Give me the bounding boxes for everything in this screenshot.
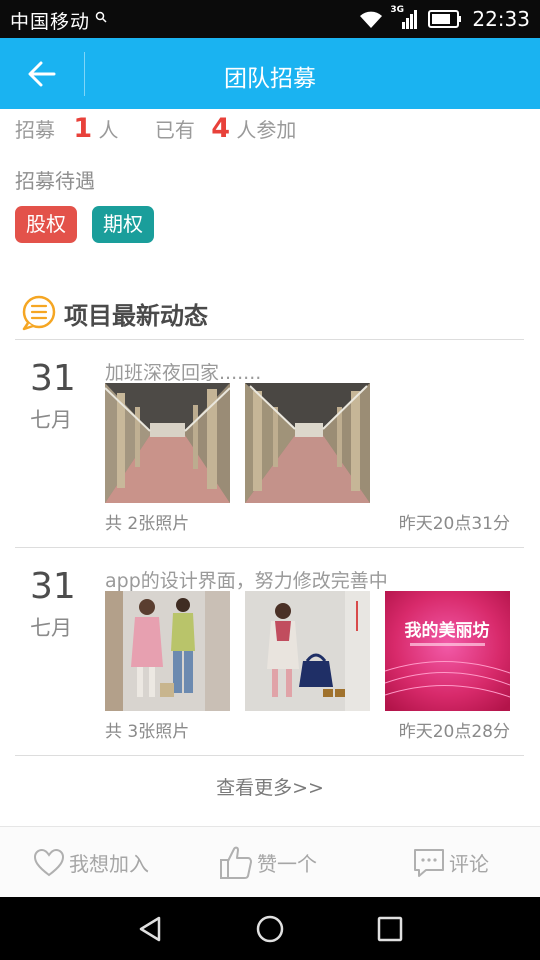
feed-photo-subway-1[interactable] bbox=[105, 383, 230, 503]
feed-text: 加班深夜回家....... bbox=[105, 362, 262, 384]
feed-photo-fashion-1[interactable] bbox=[105, 591, 230, 711]
square-recents-icon bbox=[377, 916, 403, 942]
feed-item[interactable]: 31 七月 加班深夜回家....... 共 2张照片 昨天20点31分 bbox=[0, 358, 540, 538]
divider bbox=[15, 547, 524, 548]
wifi-icon bbox=[360, 11, 383, 28]
divider bbox=[15, 339, 524, 340]
nav-back-button[interactable] bbox=[130, 909, 170, 949]
feed-day: 31 bbox=[30, 566, 76, 607]
list-bubble-icon bbox=[22, 295, 56, 331]
recruit-summary: 招募 1 人 已有 4 人参加 bbox=[15, 113, 296, 149]
comment-button[interactable]: 评论 bbox=[413, 827, 489, 898]
title-bar: 团队招募 bbox=[0, 38, 540, 109]
feed-photo-fashion-2[interactable] bbox=[245, 591, 370, 711]
tag-options: 期权 bbox=[92, 206, 154, 243]
join-label: 我想加入 bbox=[69, 852, 149, 876]
tag-equity: 股权 bbox=[15, 206, 77, 243]
status-bar: 中国移动 3G 22:33 bbox=[0, 0, 540, 38]
joined-prefix: 已有 bbox=[154, 118, 195, 142]
feed-photo-subway-2[interactable] bbox=[245, 383, 370, 503]
section-header: 项目最新动态 bbox=[20, 293, 208, 333]
benefits-label: 招募待遇 bbox=[15, 169, 95, 193]
feed-item[interactable]: 31 七月 app的设计界面，努力修改完善中 我的美丽坊 共 3张照片 昨天20… bbox=[0, 566, 540, 746]
comment-label: 评论 bbox=[449, 852, 489, 876]
clock: 22:33 bbox=[472, 7, 530, 31]
comment-icon bbox=[414, 848, 444, 877]
recruit-count: 1 bbox=[73, 113, 93, 144]
thumbs-up-icon bbox=[220, 846, 252, 879]
section-title: 项目最新动态 bbox=[64, 301, 208, 330]
feed-photo-banner[interactable]: 我的美丽坊 bbox=[385, 591, 510, 711]
banner-text: 我的美丽坊 bbox=[405, 620, 490, 641]
like-label: 赞一个 bbox=[257, 852, 317, 876]
feed-photo-count: 共 3张照片 bbox=[105, 722, 190, 742]
nav-home-button[interactable] bbox=[250, 909, 290, 949]
carrier-name: 中国移动 bbox=[10, 11, 91, 33]
recruit-unit: 人 bbox=[98, 118, 119, 142]
search-icon bbox=[95, 11, 107, 23]
feed-text: app的设计界面，努力修改完善中 bbox=[105, 570, 388, 592]
feed-time: 昨天20点31分 bbox=[398, 514, 510, 534]
feed-month: 七月 bbox=[30, 616, 72, 640]
benefit-tags: 股权 期权 bbox=[15, 206, 154, 243]
joined-count: 4 bbox=[211, 113, 231, 144]
like-button[interactable]: 赞一个 bbox=[219, 827, 317, 898]
recruit-prefix: 招募 bbox=[15, 118, 55, 142]
feed-time: 昨天20点28分 bbox=[398, 722, 510, 742]
heart-icon bbox=[33, 848, 65, 876]
battery-icon bbox=[428, 10, 462, 28]
joined-suffix: 人参加 bbox=[236, 118, 297, 142]
circle-home-icon bbox=[256, 915, 284, 943]
feed-photo-count: 共 2张照片 bbox=[105, 514, 190, 534]
join-button[interactable]: 我想加入 bbox=[33, 827, 149, 898]
page-title: 团队招募 bbox=[224, 66, 316, 92]
feed-day: 31 bbox=[30, 358, 76, 399]
triangle-back-icon bbox=[139, 916, 161, 942]
system-nav-bar bbox=[0, 897, 540, 960]
action-bar: 我想加入 赞一个 评论 bbox=[0, 826, 540, 897]
cell-signal-icon: 3G bbox=[390, 5, 418, 30]
see-more-link[interactable]: 查看更多>> bbox=[0, 773, 540, 800]
nav-recents-button[interactable] bbox=[370, 909, 410, 949]
divider bbox=[15, 755, 524, 756]
feed-month: 七月 bbox=[30, 408, 72, 432]
